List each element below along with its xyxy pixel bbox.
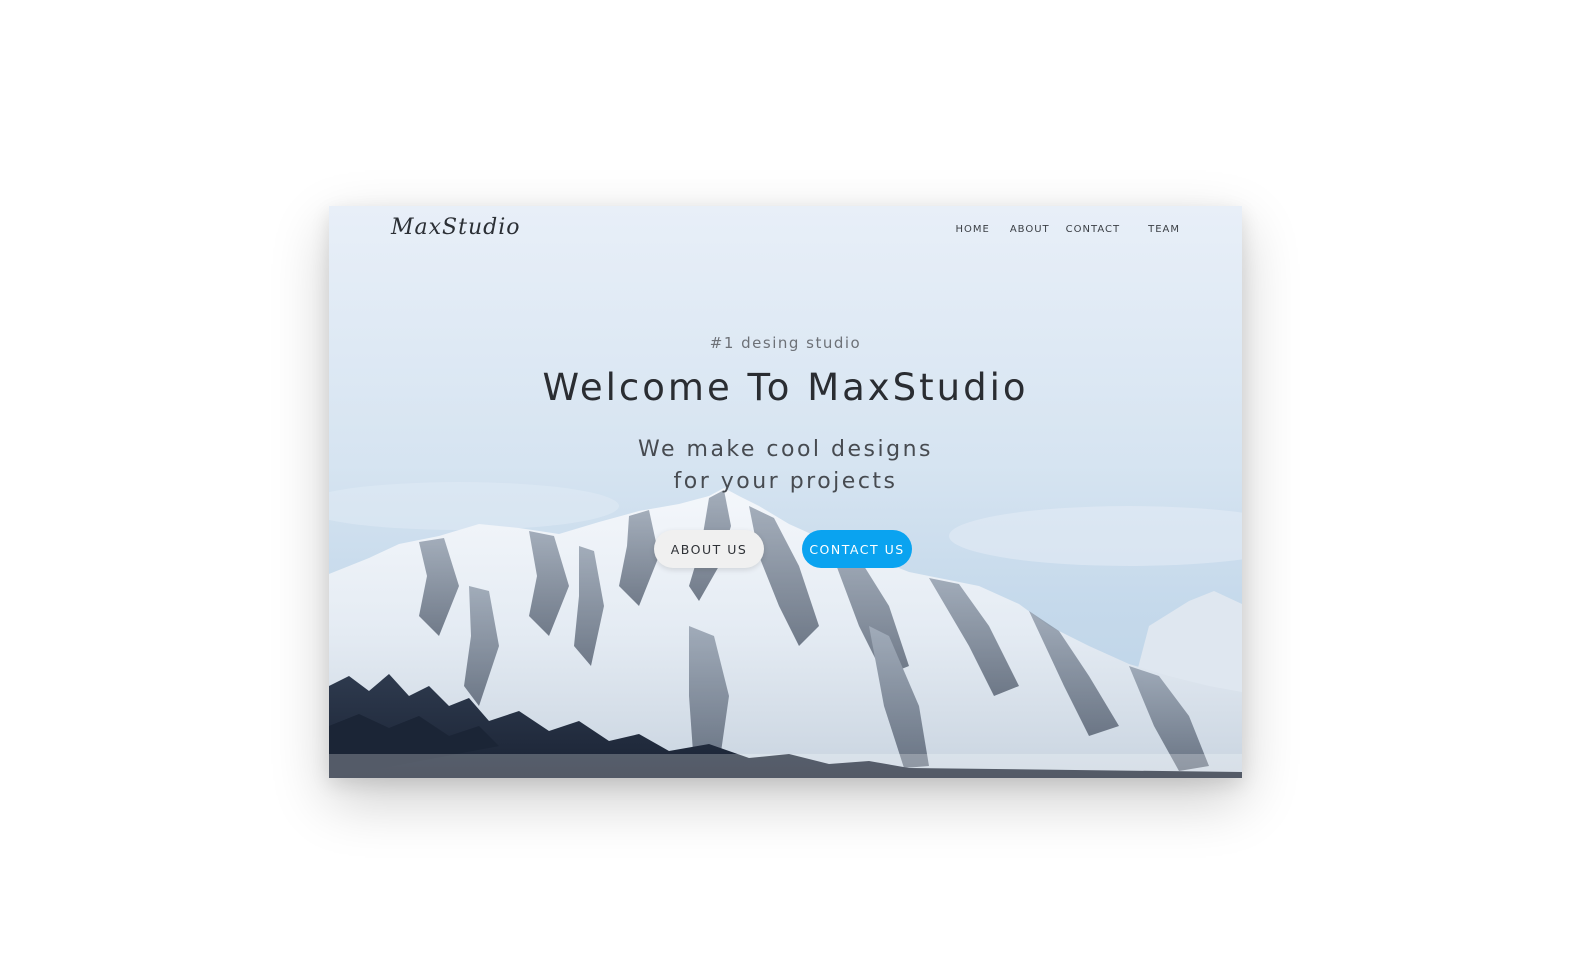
- hero-tagline: #1 desing studio: [709, 334, 862, 352]
- top-navbar: MaxStudio HOME ABOUT CONTACT TEAM: [329, 206, 1242, 258]
- nav-link-team[interactable]: TEAM: [1148, 224, 1180, 235]
- hero-subline-line-1: We make cool designs: [638, 437, 933, 462]
- nav-menu: HOME ABOUT CONTACT TEAM: [956, 217, 1181, 236]
- hero-subline: We make cool designs for your projects: [329, 434, 1242, 498]
- page-canvas: MaxStudio HOME ABOUT CONTACT TEAM #1 des…: [0, 0, 1582, 960]
- about-us-button[interactable]: ABOUT US: [654, 530, 764, 568]
- hero-headline: Welcome To MaxStudio: [542, 366, 1029, 409]
- nav-link-contact[interactable]: CONTACT: [1066, 224, 1120, 235]
- contact-us-button[interactable]: CONTACT US: [802, 530, 912, 568]
- nav-link-home[interactable]: HOME: [956, 224, 990, 235]
- website-mockup: MaxStudio HOME ABOUT CONTACT TEAM #1 des…: [329, 206, 1242, 778]
- hero-cta-row: ABOUT US CONTACT US: [329, 530, 1242, 570]
- hero-subline-line-2: for your projects: [673, 469, 898, 494]
- nav-link-about[interactable]: ABOUT: [1010, 224, 1050, 235]
- brand-logo[interactable]: MaxStudio: [391, 215, 521, 240]
